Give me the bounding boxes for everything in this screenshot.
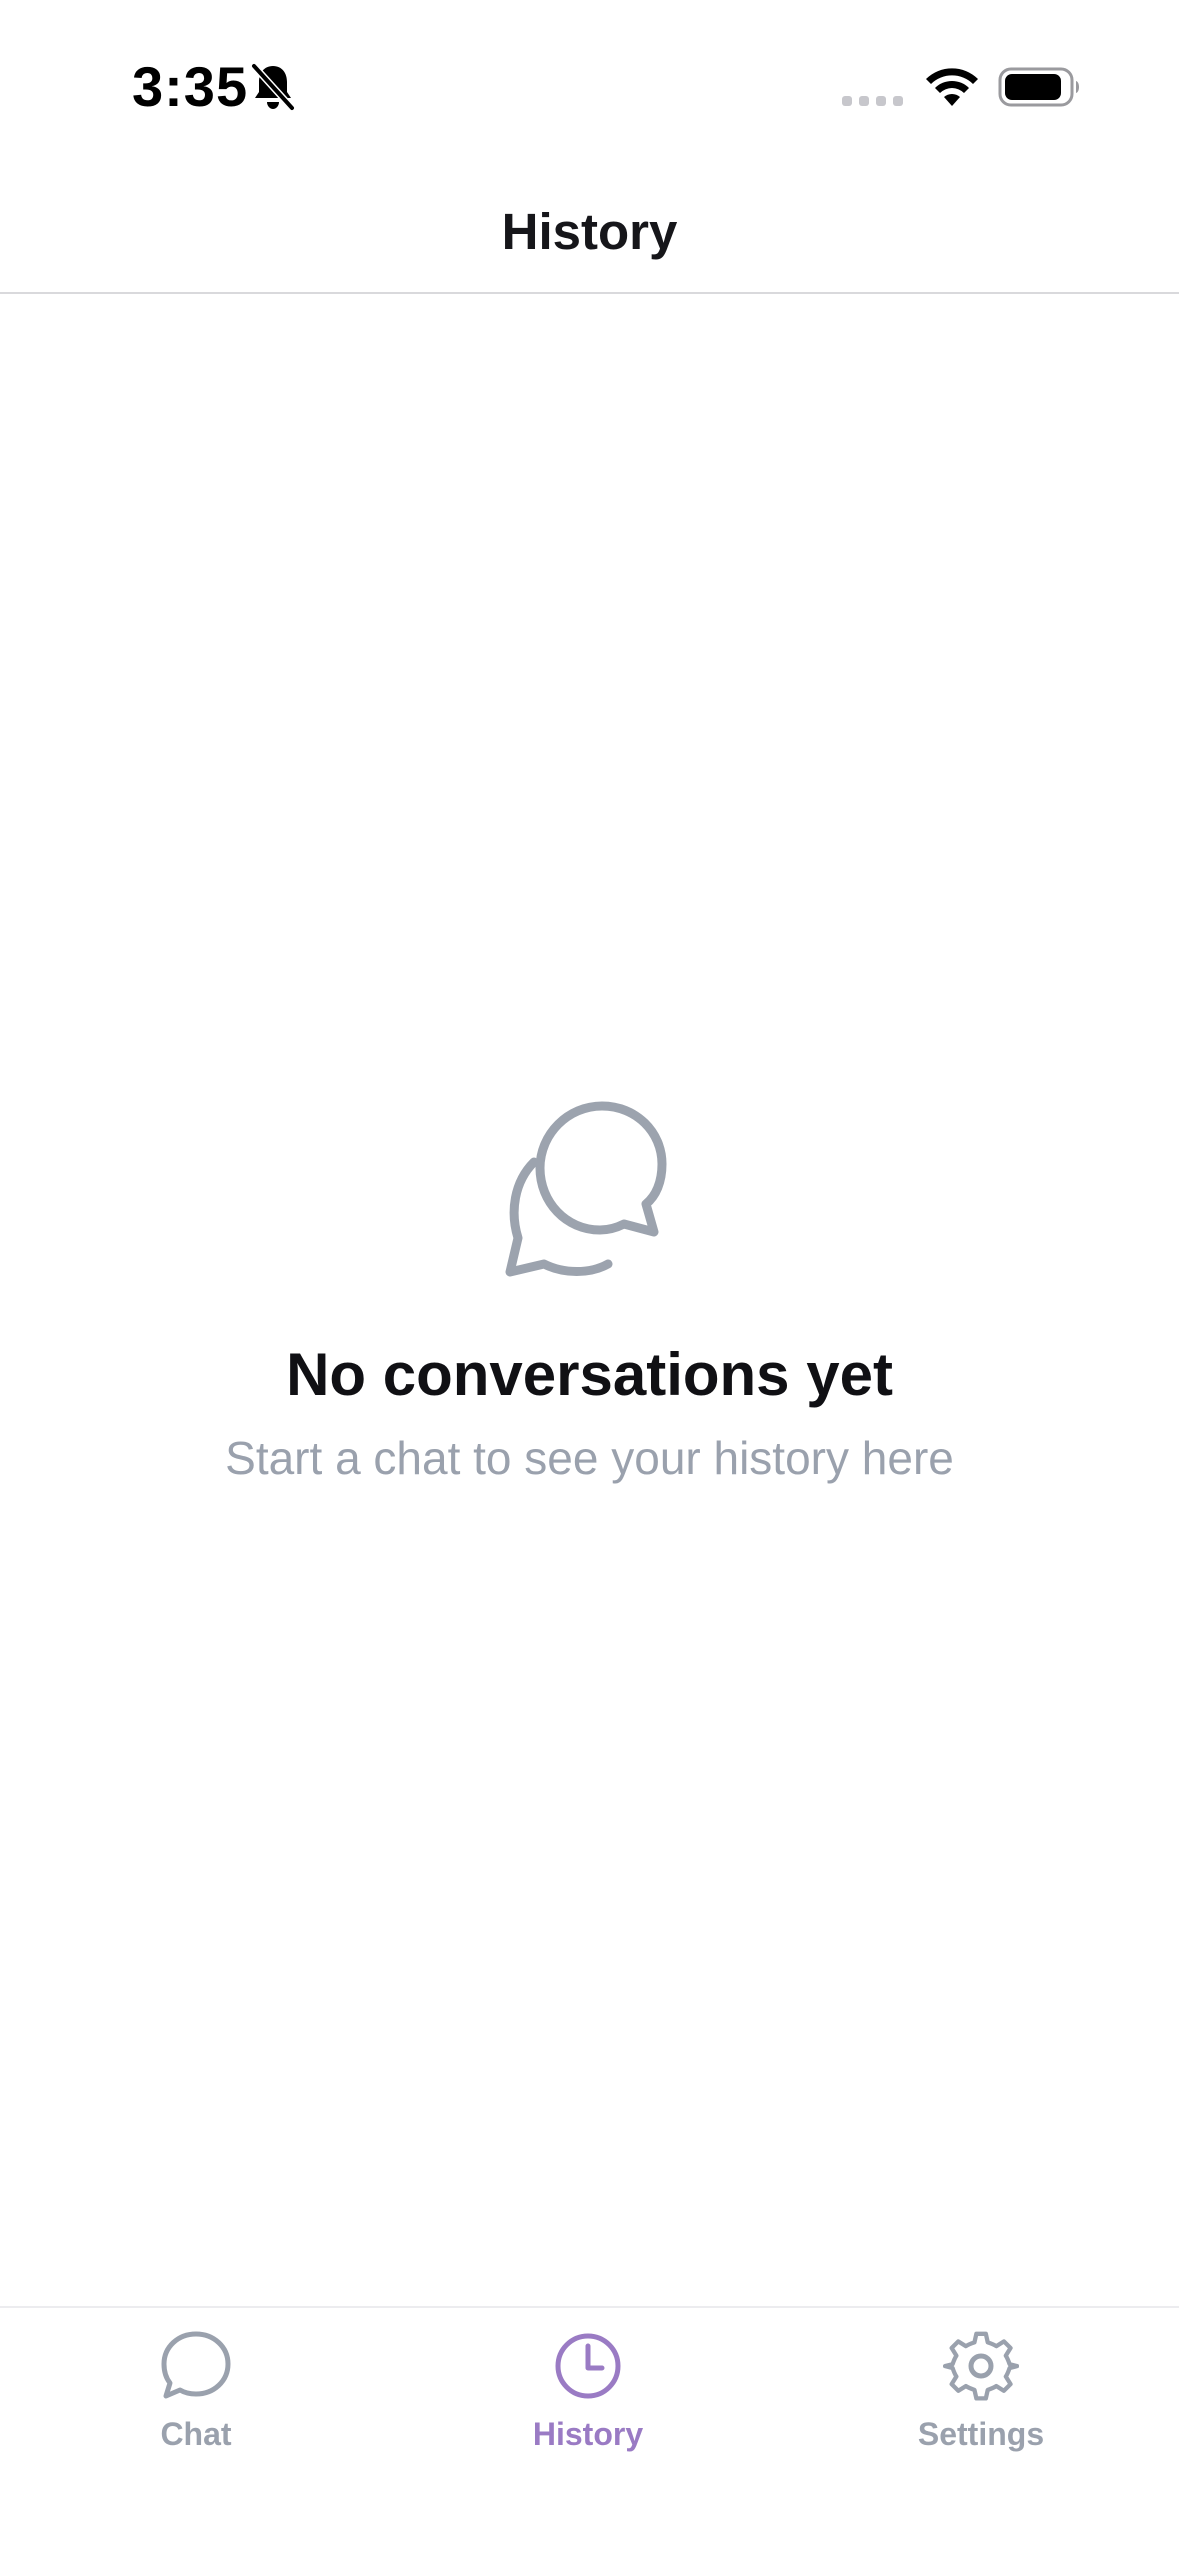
history-screen: 3:35 History No conversations yet Start … <box>0 0 1179 2556</box>
signal-icon <box>842 96 903 106</box>
status-time: 3:35 <box>132 55 249 118</box>
status-bar: 3:35 <box>0 0 1179 170</box>
nav-header: History <box>0 170 1179 294</box>
empty-state-subtitle: Start a chat to see your history here <box>225 1432 954 1484</box>
tab-chat-label: Chat <box>160 2416 232 2452</box>
battery-icon <box>998 67 1079 107</box>
tab-history-label: History <box>532 2416 644 2452</box>
tab-history[interactable]: History <box>468 2328 708 2478</box>
gear-icon <box>943 2331 1019 2401</box>
chat-bubble-icon <box>505 1101 666 1277</box>
page-title: History <box>501 203 678 260</box>
clock-icon <box>555 2333 621 2399</box>
chat-icon <box>161 2331 231 2399</box>
tab-settings[interactable]: Settings <box>861 2328 1101 2478</box>
wifi-icon <box>926 68 978 106</box>
tab-chat[interactable]: Chat <box>76 2328 316 2478</box>
empty-state-title: No conversations yet <box>286 1341 893 1408</box>
tab-settings-label: Settings <box>917 2416 1045 2452</box>
bell-slash-icon <box>250 62 296 112</box>
empty-state: No conversations yet Start a chat to see… <box>0 1100 1179 1485</box>
tab-bar: Chat History Settings <box>0 2306 1179 2556</box>
